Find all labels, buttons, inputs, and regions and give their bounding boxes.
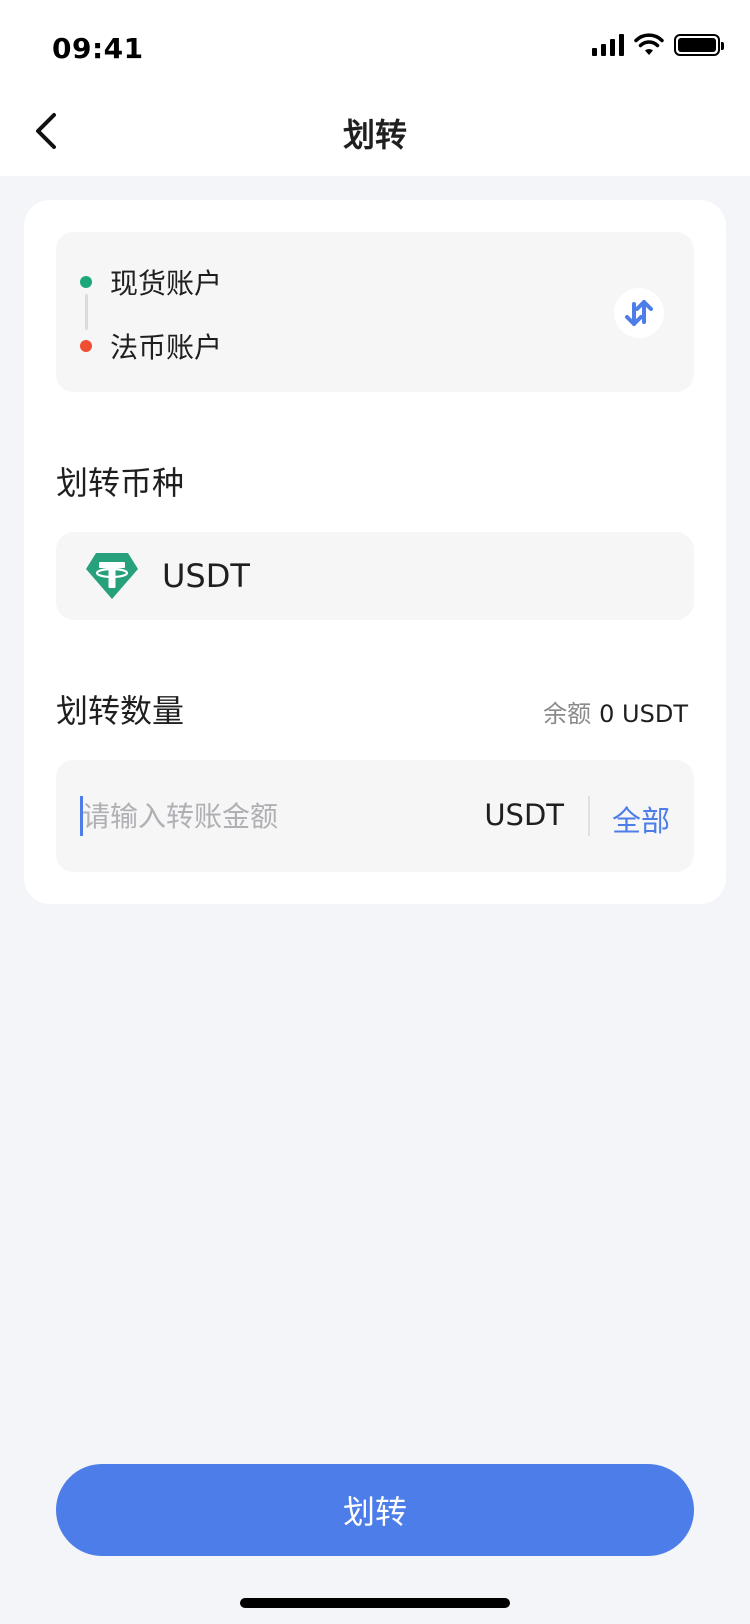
amount-unit: USDT: [484, 798, 564, 832]
to-account[interactable]: 法币账户: [80, 326, 222, 366]
balance-value: 0 USDT: [599, 700, 688, 728]
transfer-card: 现货账户 法币账户 划转币种 USDT 划转数量 余额 0 USDT 请输入转账…: [24, 200, 726, 904]
from-account-dot: [80, 276, 92, 288]
top-bar: 09:41 划转: [0, 0, 750, 176]
swap-accounts-button[interactable]: [614, 288, 664, 338]
coin-name: USDT: [162, 557, 250, 595]
signal-icon: [592, 34, 624, 56]
swap-arrows-icon: [625, 300, 653, 326]
amount-input[interactable]: [82, 790, 462, 842]
to-account-dot: [80, 340, 92, 352]
tether-logo-icon: [84, 551, 140, 601]
transfer-screen: 09:41 划转 现货账户 法币账户 划转币种 USDT 划转数量 余额 0 U…: [0, 0, 750, 1624]
balance-display: 余额 0 USDT: [543, 694, 688, 729]
status-icons: [592, 32, 724, 58]
amount-field-container: USDT 全部: [56, 760, 694, 872]
max-all-button[interactable]: 全部: [612, 798, 670, 840]
account-connector-line: [85, 294, 88, 330]
from-account-label: 现货账户: [110, 267, 223, 300]
transfer-submit-button[interactable]: 划转: [56, 1464, 694, 1556]
amount-section-label: 划转数量: [56, 692, 185, 730]
coin-selector[interactable]: USDT: [56, 532, 694, 620]
battery-icon: [674, 34, 724, 56]
coin-section-label: 划转币种: [56, 464, 185, 502]
to-account-label: 法币账户: [110, 331, 223, 364]
balance-label: 余额: [543, 700, 592, 728]
home-indicator: [240, 1598, 510, 1608]
field-divider: [588, 796, 590, 836]
wifi-icon: [634, 33, 664, 55]
account-selector: 现货账户 法币账户: [56, 232, 694, 392]
from-account[interactable]: 现货账户: [80, 262, 222, 302]
status-time: 09:41: [52, 32, 144, 65]
page-title: 划转: [342, 116, 407, 154]
